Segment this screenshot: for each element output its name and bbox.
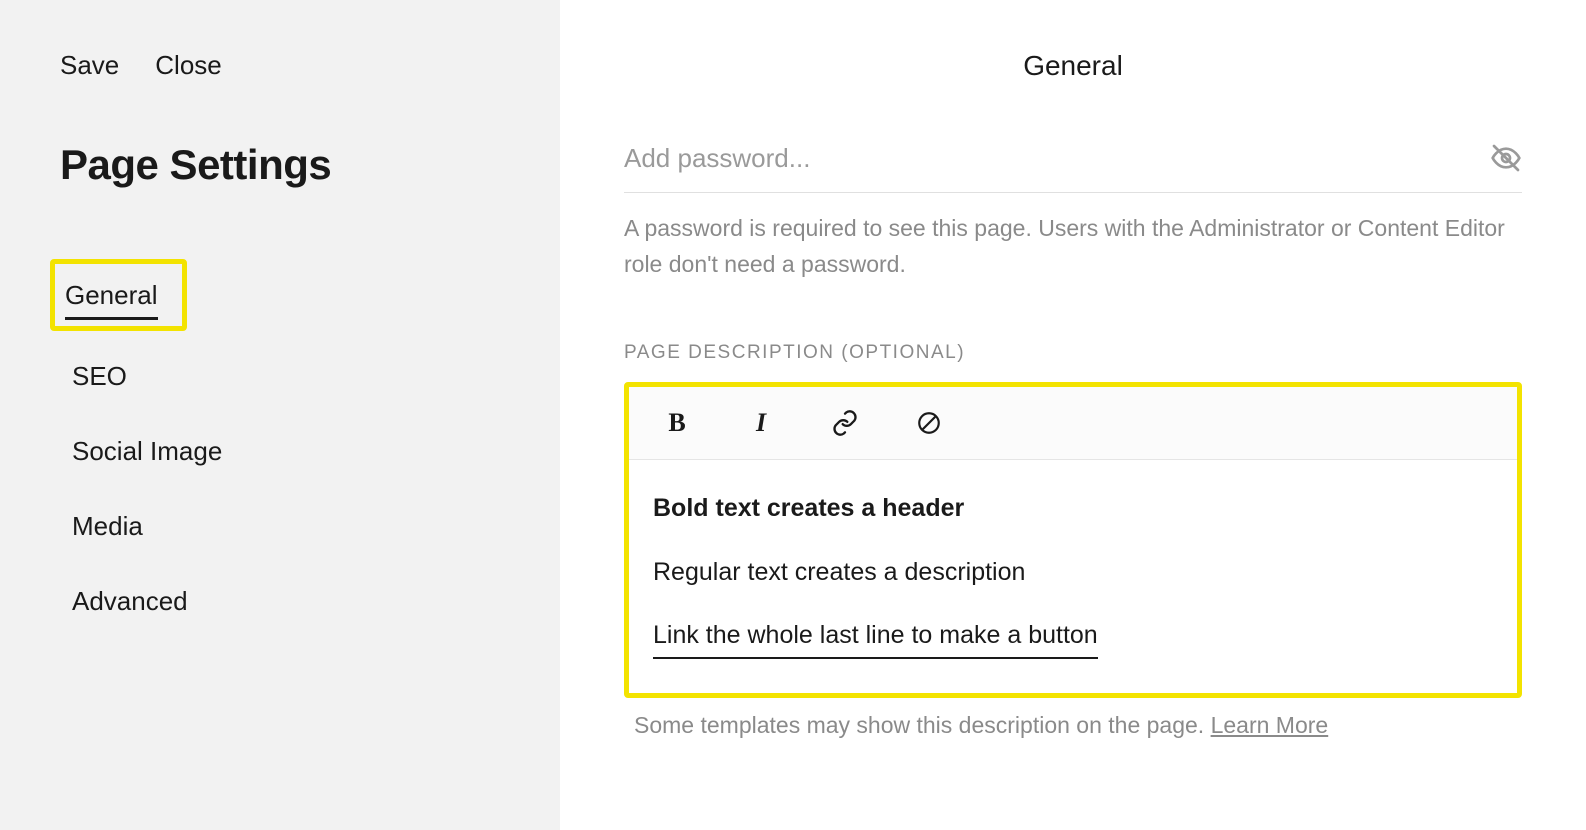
sidebar-title: Page Settings xyxy=(60,141,500,189)
password-help-text: A password is required to see this page.… xyxy=(624,211,1522,282)
learn-more-link[interactable]: Learn More xyxy=(1211,712,1329,738)
editor-content[interactable]: Bold text creates a header Regular text … xyxy=(629,460,1517,693)
nav-item-media[interactable]: Media xyxy=(72,501,143,552)
nav-item-seo[interactable]: SEO xyxy=(72,351,127,402)
close-button[interactable]: Close xyxy=(155,50,221,81)
password-field-row xyxy=(624,142,1522,193)
description-editor: B I xyxy=(629,387,1517,693)
description-section-label: PAGE DESCRIPTION (OPTIONAL) xyxy=(624,342,1522,364)
description-footer-text: Some templates may show this description… xyxy=(624,698,1522,739)
bold-button[interactable]: B xyxy=(663,409,691,437)
link-icon[interactable] xyxy=(831,409,859,437)
settings-nav: General SEO Social Image Media Advanced xyxy=(60,259,500,631)
save-button[interactable]: Save xyxy=(60,50,119,81)
top-actions: Save Close xyxy=(60,50,500,81)
main-panel: General A password is required to see th… xyxy=(560,0,1586,830)
panel-heading: General xyxy=(560,0,1586,142)
editor-toolbar: B I xyxy=(629,387,1517,460)
editor-line-bold: Bold text creates a header xyxy=(653,490,1493,528)
clear-format-icon[interactable] xyxy=(915,409,943,437)
editor-line-regular: Regular text creates a description xyxy=(653,554,1493,592)
nav-item-social-image[interactable]: Social Image xyxy=(72,426,222,477)
description-editor-highlight: B I xyxy=(624,382,1522,698)
nav-item-general[interactable]: General xyxy=(65,270,158,320)
settings-sidebar: Save Close Page Settings General SEO Soc… xyxy=(0,0,560,830)
password-input[interactable] xyxy=(624,143,1490,174)
nav-item-general-highlight: General xyxy=(50,259,187,331)
editor-line-link: Link the whole last line to make a butto… xyxy=(653,617,1098,659)
italic-button[interactable]: I xyxy=(747,409,775,437)
nav-item-advanced[interactable]: Advanced xyxy=(72,576,188,627)
visibility-off-icon[interactable] xyxy=(1490,142,1522,174)
